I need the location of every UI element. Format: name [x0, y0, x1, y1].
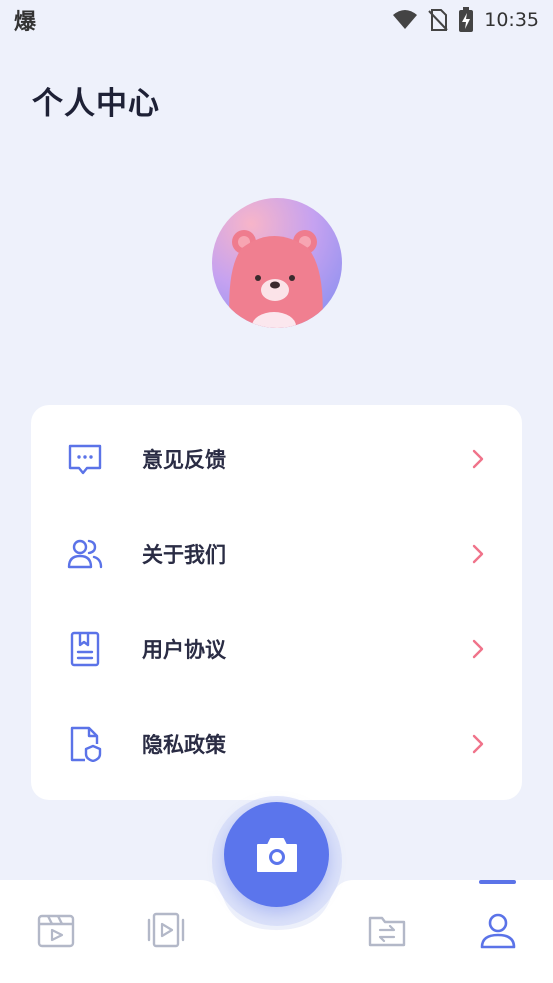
menu-item-privacy[interactable]: 隐私政策 — [31, 696, 522, 791]
camera-button[interactable] — [224, 802, 329, 907]
bear-avatar-icon — [229, 230, 323, 328]
menu-item-feedback[interactable]: 意见反馈 — [31, 411, 522, 506]
video-icon — [147, 912, 185, 948]
agreement-icon — [67, 631, 103, 667]
active-tab-indicator — [479, 880, 516, 884]
camera-icon — [256, 837, 297, 872]
page-title: 个人中心 — [32, 86, 160, 122]
status-time: 10:35 — [484, 9, 539, 31]
menu-card: 意见反馈 关于我们 用户协议 隐私政策 — [31, 405, 522, 800]
users-icon — [67, 536, 103, 572]
status-app-glyph: 爆 — [14, 10, 37, 35]
menu-item-about[interactable]: 关于我们 — [31, 506, 522, 601]
menu-item-label: 关于我们 — [142, 542, 226, 567]
clapper-icon — [37, 914, 75, 948]
chevron-right-icon — [470, 638, 486, 660]
nav-tab-folder-transfer[interactable] — [367, 910, 407, 950]
status-bar: 爆 10:35 — [0, 0, 553, 40]
menu-item-label: 隐私政策 — [142, 732, 226, 757]
chevron-right-icon — [470, 543, 486, 565]
nav-tab-profile[interactable] — [478, 910, 518, 950]
feedback-icon — [67, 441, 103, 477]
no-sim-icon — [428, 8, 448, 32]
menu-item-agreement[interactable]: 用户协议 — [31, 601, 522, 696]
chevron-right-icon — [470, 733, 486, 755]
nav-tab-clapper[interactable] — [36, 910, 76, 950]
nav-tab-video[interactable] — [146, 910, 186, 950]
profile-icon — [480, 913, 516, 949]
avatar[interactable] — [212, 198, 342, 328]
menu-item-label: 用户协议 — [142, 637, 226, 662]
chevron-right-icon — [470, 448, 486, 470]
battery-charging-icon — [458, 7, 474, 33]
privacy-icon — [67, 726, 103, 762]
status-icons: 10:35 — [392, 7, 539, 33]
menu-item-label: 意见反馈 — [142, 447, 226, 472]
folder-transfer-icon — [368, 916, 406, 947]
wifi-icon — [392, 9, 418, 31]
